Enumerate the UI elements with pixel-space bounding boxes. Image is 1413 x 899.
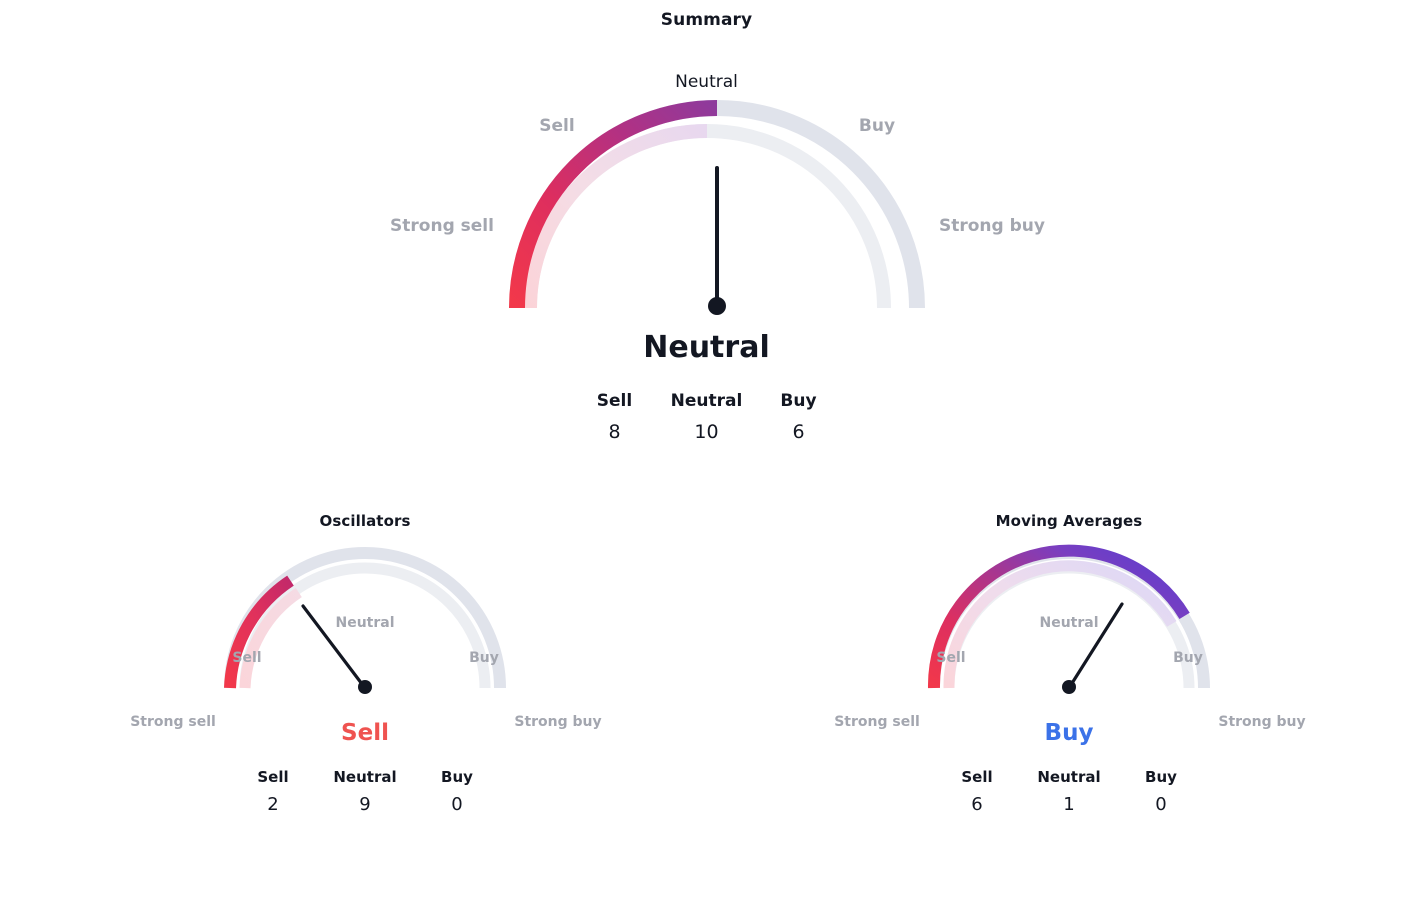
summary-label-sell: Sell [539, 116, 574, 136]
oscillators-gauge-graphic: Strong sell Sell Neutral Buy Strong buy [85, 547, 645, 730]
moving-averages-label-buy: Buy [1173, 650, 1203, 666]
summary-count-neutral-label: Neutral [670, 391, 743, 411]
summary-subtitle: Neutral [675, 72, 738, 92]
oscillators-count-neutral-label: Neutral [333, 768, 397, 786]
moving-averages-count-neutral: Neutral 1 [1023, 768, 1115, 815]
moving-averages-gauge-svg: Strong sell Sell Neutral Buy Strong buy [834, 544, 1306, 730]
moving-averages-count-sell: Sell 6 [931, 768, 1023, 815]
oscillators-label-sell: Sell [232, 650, 261, 666]
oscillators-label-strong-sell: Strong sell [130, 714, 216, 730]
summary-count-buy: Buy 6 [753, 391, 845, 443]
summary-needle-pivot [708, 297, 726, 315]
moving-averages-label-strong-sell: Strong sell [834, 714, 920, 730]
summary-needle [708, 166, 726, 315]
moving-averages-count-buy: Buy 0 [1115, 768, 1207, 815]
summary-inner-fill-arc [523, 124, 708, 309]
summary-title: Summary [660, 10, 753, 30]
moving-averages-label-neutral: Neutral [1039, 615, 1098, 631]
summary-label-strong-sell: Strong sell [390, 216, 494, 236]
oscillators-label-buy: Buy [469, 650, 499, 666]
oscillators-count-sell-label: Sell [257, 768, 289, 786]
moving-averages-label-sell: Sell [936, 650, 965, 666]
moving-averages-counts: Sell 6 Neutral 1 Buy 0 [789, 768, 1349, 815]
summary-count-sell-value: 8 [608, 421, 621, 443]
oscillators-title: Oscillators [319, 512, 411, 530]
summary-count-neutral: Neutral 10 [661, 391, 753, 443]
oscillators-label-strong-buy: Strong buy [514, 714, 601, 730]
oscillators-count-buy-label: Buy [441, 768, 473, 786]
moving-averages-count-buy-value: 0 [1155, 794, 1167, 815]
oscillators-gauge-panel: Oscillators Strong sell Sell Neutral Buy… [85, 512, 645, 815]
summary-gauge-graphic: Strong sell Sell Buy Strong buy [0, 96, 1413, 320]
moving-averages-count-sell-value: 6 [971, 794, 983, 815]
oscillators-count-buy-value: 0 [451, 794, 463, 815]
summary-gauge-svg: Strong sell Sell Buy Strong buy [390, 100, 1045, 315]
oscillators-count-neutral: Neutral 9 [319, 768, 411, 815]
oscillators-count-neutral-value: 9 [359, 794, 371, 815]
moving-averages-count-sell-label: Sell [961, 768, 993, 786]
summary-label-buy: Buy [859, 116, 895, 136]
summary-gauge-panel: Summary Neutral Strong sell Sell Buy Str… [0, 10, 1413, 443]
moving-averages-count-neutral-label: Neutral [1037, 768, 1101, 786]
oscillators-label-neutral: Neutral [335, 615, 394, 631]
moving-averages-needle-pivot [1062, 680, 1076, 694]
summary-count-buy-label: Buy [780, 391, 817, 411]
moving-averages-count-neutral-value: 1 [1063, 794, 1075, 815]
summary-counts: Sell 8 Neutral 10 Buy 6 [0, 391, 1413, 443]
summary-verdict: Neutral [643, 330, 770, 365]
moving-averages-gauge-panel: Moving Averages Strong sell Sell Neutral… [789, 512, 1349, 815]
summary-count-neutral-value: 10 [694, 421, 719, 443]
summary-count-sell-label: Sell [596, 391, 633, 411]
oscillators-count-sell: Sell 2 [227, 768, 319, 815]
oscillators-gauge-svg: Strong sell Sell Neutral Buy Strong buy [130, 547, 602, 730]
oscillators-count-sell-value: 2 [267, 794, 279, 815]
oscillators-needle-pivot [358, 680, 372, 694]
oscillators-counts: Sell 2 Neutral 9 Buy 0 [85, 768, 645, 815]
oscillators-count-buy: Buy 0 [411, 768, 503, 815]
moving-averages-title: Moving Averages [995, 512, 1143, 530]
summary-count-buy-value: 6 [792, 421, 805, 443]
summary-count-sell: Sell 8 [569, 391, 661, 443]
moving-averages-label-strong-buy: Strong buy [1218, 714, 1305, 730]
summary-label-strong-buy: Strong buy [939, 216, 1045, 236]
moving-averages-count-buy-label: Buy [1145, 768, 1177, 786]
moving-averages-gauge-graphic: Strong sell Sell Neutral Buy Strong buy [789, 544, 1349, 730]
